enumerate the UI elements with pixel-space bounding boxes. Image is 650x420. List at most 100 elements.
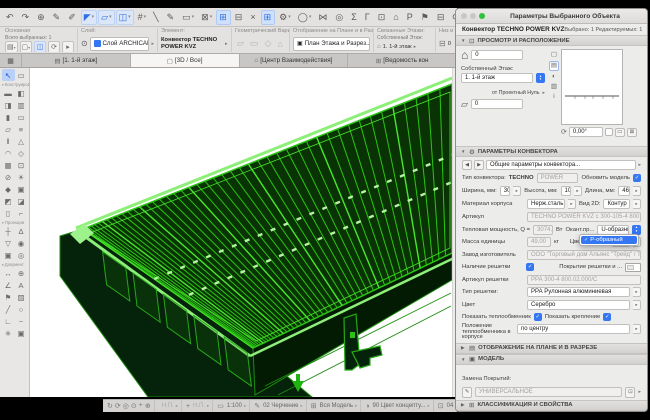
window-tool[interactable]: ◨ [2,99,15,111]
lock-icon[interactable]: ⊠▾ [198,10,215,25]
reference-level-select[interactable]: от Проектный Нуль [492,90,540,96]
rotate-icon[interactable]: ⟳ [48,41,60,52]
layer-select[interactable]: Слой ARCHICAD [90,37,150,51]
display-select[interactable]: ▣ План Этажа и Разрез... [293,37,370,51]
height-dropdown[interactable] [574,186,582,196]
elevation-tool[interactable]: ∆ [15,225,28,237]
shell-tool[interactable]: ◠ [2,147,15,159]
profile-tool[interactable]: ⌐ [15,207,28,219]
element-name[interactable]: Конвектор TECHNO POWER KVZ [161,37,223,50]
viewport-3d[interactable] [30,68,457,397]
length-dropdown[interactable] [633,186,641,196]
orbit-icon[interactable]: ⟳ [114,402,122,410]
tab-3d-all[interactable]: ▢[3D / Все] [131,54,240,67]
stepper-icon[interactable] [536,73,545,83]
grille-checkbox[interactable] [526,263,534,271]
default-settings-icon[interactable]: ▤▾ [5,41,18,52]
suspend-groups-icon[interactable]: ⊞ [216,10,231,25]
graphic-override-select[interactable]: ◑90 Цвет концепту... [360,400,432,412]
home-story-select[interactable]: 1. 1-й этаж [461,73,533,83]
eye-icon[interactable]: ⊙ [81,39,88,48]
transfer-selection-icon[interactable]: ◫ [34,41,46,52]
flag-icon[interactable]: ⚑ [418,10,433,25]
symbol-view-icon[interactable]: ▢ [549,51,559,59]
hotspot-tool[interactable]: ✳ [2,327,15,339]
model-view-icon[interactable]: ◐ [549,73,559,81]
geom-variant-3-icon[interactable]: ◇ [262,38,273,49]
inject-parameters-icon[interactable]: ✐ [65,10,80,25]
clock-icon[interactable]: ◯▾ [295,10,315,25]
section-view-location[interactable]: ▼ ⊡ ПРОСМОТР И РАСПОЛОЖЕНИЕ [456,35,647,46]
marker-icon[interactable]: ⊡ [375,10,390,25]
update-model-checkbox[interactable] [633,174,641,182]
frame-icon[interactable]: ▭▾ [179,10,197,25]
eye-icon[interactable]: ⊙ [130,402,138,410]
section-icon[interactable]: Γ [362,10,374,25]
preview-reset-button[interactable]: ⊠ [627,128,637,137]
structure-display-select[interactable]: ⊞Вся Модель [306,400,361,412]
pick-up-parameters-icon[interactable]: ✎ [50,10,65,25]
palette-title-bar[interactable]: Параметры Выбранного Объекта [456,9,647,24]
corner-window-tool[interactable]: ◪ [15,195,28,207]
home-icon[interactable]: ⌂ [390,10,402,25]
object-preview[interactable] [561,49,623,125]
grille-type-dropdown[interactable] [633,287,641,297]
zoom-window-icon[interactable] [479,13,485,19]
show-mount-checkbox[interactable] [603,313,611,321]
color-select[interactable]: Серебро [527,300,630,310]
chevron-right-icon[interactable]: ▸ [225,41,228,47]
opening-tool[interactable]: ⊘ [2,171,15,183]
zone-tool[interactable]: ⊡ [15,159,28,171]
chevron-right-icon[interactable]: ▸ [151,41,154,47]
chevron-right-icon[interactable]: ▸ [414,44,417,50]
chevron-right-icon[interactable]: ▸ [638,162,641,168]
brush-icon[interactable]: ✎ [462,387,472,398]
equipment-tool[interactable]: ▣ [15,183,28,195]
height-field[interactable]: 105 [561,186,571,196]
sum-icon[interactable]: Σ [348,10,361,25]
grille-type-select[interactable]: РРА Рулонная алюминиевая [527,287,630,297]
curtain-wall-tool[interactable]: ▥ [15,99,28,111]
pen-set-select[interactable]: ✎02 Черчение [249,400,306,412]
figure-tool[interactable]: ▣ [15,327,28,339]
column-tool[interactable]: ▮ [2,111,15,123]
skylight-tool[interactable]: ◩ [2,195,15,207]
polyline-tool[interactable]: ∟ [2,315,15,327]
section-model[interactable]: ▼ ▣ МОДЕЛЬ [456,354,647,365]
text-tool[interactable]: A [15,279,28,291]
position-select[interactable]: по центру [517,324,630,334]
type-field[interactable]: POWER [537,173,579,183]
niche-tool[interactable]: ▯ [2,207,15,219]
coating-picker-button[interactable]: ⊡ [625,387,635,398]
selection-options-icon[interactable]: ◫▾ [116,10,134,25]
section-convector-params[interactable]: ▼ ⚙ ПАРАМЕТРЫ КОНВЕКТОРА [456,146,647,157]
slab-tool[interactable]: ▱ [2,123,15,135]
marquee-tool[interactable]: ▭ [15,69,28,81]
width-field[interactable]: 300 [500,186,510,196]
close-window-icon[interactable] [461,13,467,19]
view2d-select[interactable]: Контур [603,199,630,209]
section-marker-tool[interactable]: ┼ [2,225,15,237]
home-story-value[interactable]: 1. 1-й этаж [383,44,412,50]
quick-option-2[interactable]: +Н.П. [181,400,212,412]
layout-icon[interactable]: ⊟ [434,10,449,25]
view2d-dropdown[interactable] [633,199,641,209]
beam-tool[interactable]: ▭ [15,111,28,123]
rotation-angle-field[interactable]: 0,00° [569,127,603,137]
color-dropdown[interactable] [633,300,641,310]
3d-document-tool[interactable]: ▣ [2,249,15,261]
top-elevation-field[interactable]: 0 [471,50,523,60]
wall-tool[interactable]: ▬ [2,87,15,99]
level-dimension-tool[interactable]: ⊕ [15,267,28,279]
params-page-select[interactable]: Общие параметры конвектора... [486,160,636,170]
close-icon[interactable]: × [247,10,259,25]
mesh-tool[interactable]: ▦ [2,159,15,171]
gear-icon[interactable]: ⚙▾ [276,10,294,25]
section-classification[interactable]: ▶ ⊞ КЛАССИФИКАЦИЯ И СВОЙСТВА [456,400,647,411]
section-plan-display[interactable]: ▶ ▤ ОТОБРАЖЕНИЕ НА ПЛАНЕ И В РАЗРЕЗЕ [456,343,647,354]
interior-elevation-tool[interactable]: ▽ [2,237,15,249]
prev-page-button[interactable]: ◀ [462,160,472,170]
schedule-icon[interactable]: ⊟ [232,10,247,25]
guide-line-icon[interactable]: ╲ [150,10,162,25]
position-dropdown[interactable] [633,324,641,334]
